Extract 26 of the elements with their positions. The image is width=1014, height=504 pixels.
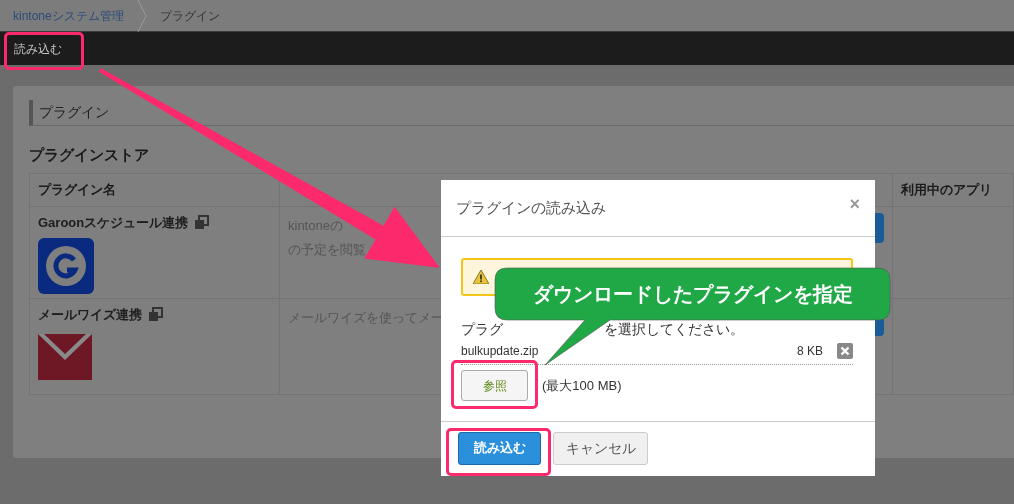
- column-header: プラグイン名: [38, 180, 116, 199]
- plugin-name: メールワイズ連携: [38, 305, 142, 324]
- import-button[interactable]: 読み込む: [14, 39, 62, 58]
- prompt-text: を選択してください。: [604, 321, 744, 338]
- dialog-title: プラグインの読み込み: [456, 197, 606, 218]
- plugin-name: Garoonスケジュール連携: [38, 213, 189, 232]
- cancel-button[interactable]: キャンセル: [553, 431, 648, 465]
- close-button[interactable]: ×: [849, 195, 860, 213]
- breadcrumb-link[interactable]: kintoneシステム管理: [0, 6, 137, 25]
- panel-title: プラグイン: [39, 103, 109, 122]
- prompt-text: プラグ: [461, 321, 503, 338]
- import-button[interactable]: 読み込む: [458, 431, 541, 465]
- breadcrumb-item: プラグイン: [158, 7, 221, 25]
- section-title: プラグインストア: [29, 145, 150, 165]
- file-size: 8 KB: [797, 343, 823, 360]
- column-header: 利用中のアプリ: [901, 180, 992, 199]
- g-logo-icon: [38, 238, 94, 294]
- windows-icon[interactable]: [194, 214, 210, 230]
- callout-text: ダウンロードしたプラグインを指定: [532, 282, 853, 307]
- browse-button[interactable]: 参照: [461, 370, 528, 401]
- windows-icon[interactable]: [148, 306, 163, 322]
- delete-icon[interactable]: [837, 343, 853, 359]
- size-limit-text: (最大100 MB): [542, 376, 622, 395]
- warning-icon: [473, 270, 489, 284]
- breadcrumb-separator: [136, 0, 147, 32]
- file-name: bulkupdate.zip: [461, 343, 540, 360]
